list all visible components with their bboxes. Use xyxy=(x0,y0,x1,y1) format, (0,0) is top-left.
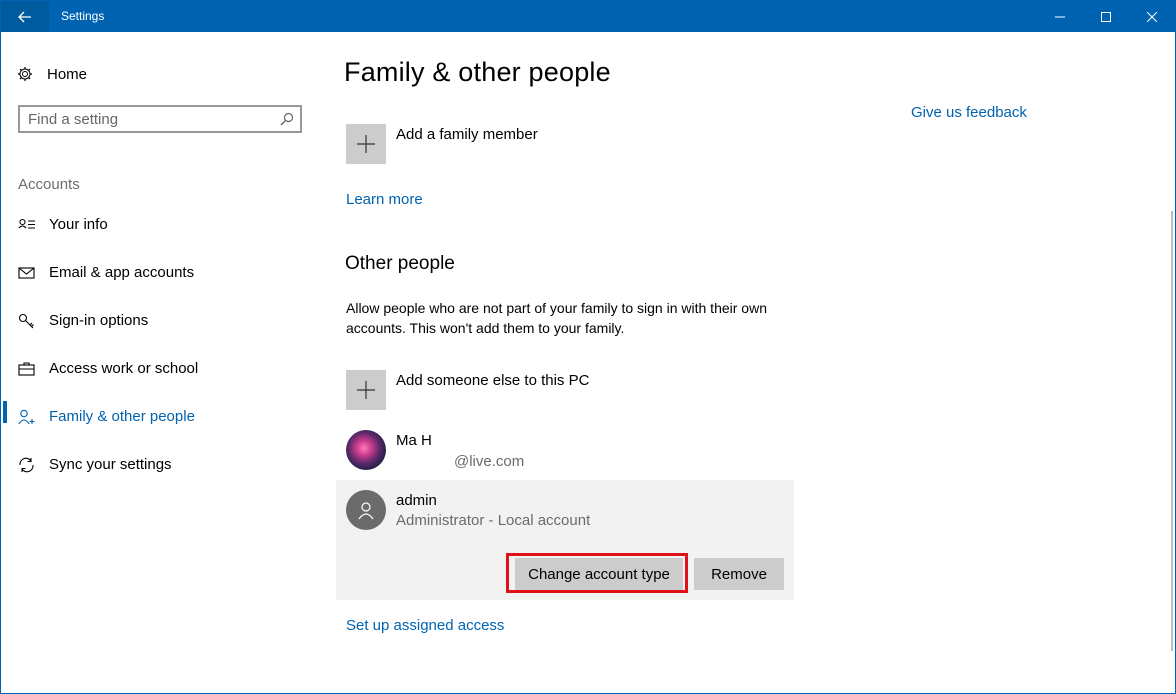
sidebar-item-sync[interactable]: Sync your settings xyxy=(1,445,321,485)
remove-button[interactable]: Remove xyxy=(694,558,784,590)
assigned-access-link[interactable]: Set up assigned access xyxy=(346,617,504,634)
add-someone-button[interactable]: Add someone else to this PC xyxy=(346,370,646,410)
sidebar-item-label: Your info xyxy=(49,216,108,233)
add-family-member-label: Add a family member xyxy=(396,126,538,143)
add-someone-label: Add someone else to this PC xyxy=(396,372,590,389)
sidebar-item-label: Sign-in options xyxy=(49,312,149,329)
person-add-icon xyxy=(18,409,35,425)
sidebar-item-your-info[interactable]: Your info xyxy=(1,205,321,245)
search-icon xyxy=(280,112,294,126)
home-nav-item[interactable]: Home xyxy=(17,63,87,85)
sidebar-item-label: Access work or school xyxy=(49,360,199,377)
sidebar-item-label: Family & other people xyxy=(49,408,195,425)
window-title: Settings xyxy=(61,9,105,23)
plus-icon xyxy=(346,124,386,164)
gear-icon xyxy=(17,66,33,82)
page-title: Family & other people xyxy=(344,57,611,87)
person-item-admin[interactable]: admin Administrator - Local account xyxy=(346,490,786,534)
person-item-ma-h[interactable]: Ma H @live.com xyxy=(346,430,786,474)
back-arrow-icon xyxy=(18,11,31,22)
sidebar-item-family[interactable]: Family & other people xyxy=(1,397,321,437)
avatar xyxy=(346,490,386,530)
key-icon xyxy=(18,313,34,329)
settings-window: Settings Home Accounts xyxy=(0,0,1176,694)
other-people-heading: Other people xyxy=(345,253,455,274)
person-name: admin xyxy=(396,492,437,509)
person-account-type: Administrator - Local account xyxy=(396,512,591,529)
sync-icon xyxy=(19,457,34,473)
search-input[interactable] xyxy=(28,110,268,128)
sidebar-item-sign-in[interactable]: Sign-in options xyxy=(1,301,321,341)
add-family-member-button[interactable]: Add a family member xyxy=(346,124,646,164)
person-icon xyxy=(358,502,374,520)
sidebar-item-work-school[interactable]: Access work or school xyxy=(1,349,321,389)
person-email: @live.com xyxy=(454,453,525,470)
contact-card-icon xyxy=(18,218,35,229)
sidebar-item-label: Email & app accounts xyxy=(49,264,195,281)
other-people-description: Allow people who are not part of your fa… xyxy=(346,300,767,336)
sidebar-item-email[interactable]: Email & app accounts xyxy=(1,253,321,293)
briefcase-icon xyxy=(18,362,35,376)
maximize-icon xyxy=(1101,11,1111,22)
accounts-section-label: Accounts xyxy=(18,176,80,193)
title-bar: Settings xyxy=(1,1,1175,32)
avatar xyxy=(346,430,386,470)
search-box[interactable] xyxy=(18,105,302,133)
give-feedback-link[interactable]: Give us feedback xyxy=(911,104,1027,121)
close-button[interactable] xyxy=(1129,1,1175,32)
learn-more-link[interactable]: Learn more xyxy=(346,191,423,208)
scrollbar[interactable] xyxy=(1171,211,1173,651)
person-name: Ma H xyxy=(396,432,432,449)
home-label: Home xyxy=(47,65,88,83)
plus-icon xyxy=(346,370,386,410)
minimize-icon xyxy=(1055,16,1065,17)
mail-icon xyxy=(18,267,35,279)
minimize-button[interactable] xyxy=(1037,1,1083,32)
selection-indicator xyxy=(3,401,7,423)
highlight-box xyxy=(506,553,688,593)
sidebar-item-label: Sync your settings xyxy=(49,456,172,473)
maximize-button[interactable] xyxy=(1083,1,1129,32)
back-button[interactable] xyxy=(1,1,49,32)
close-icon xyxy=(1147,11,1157,22)
